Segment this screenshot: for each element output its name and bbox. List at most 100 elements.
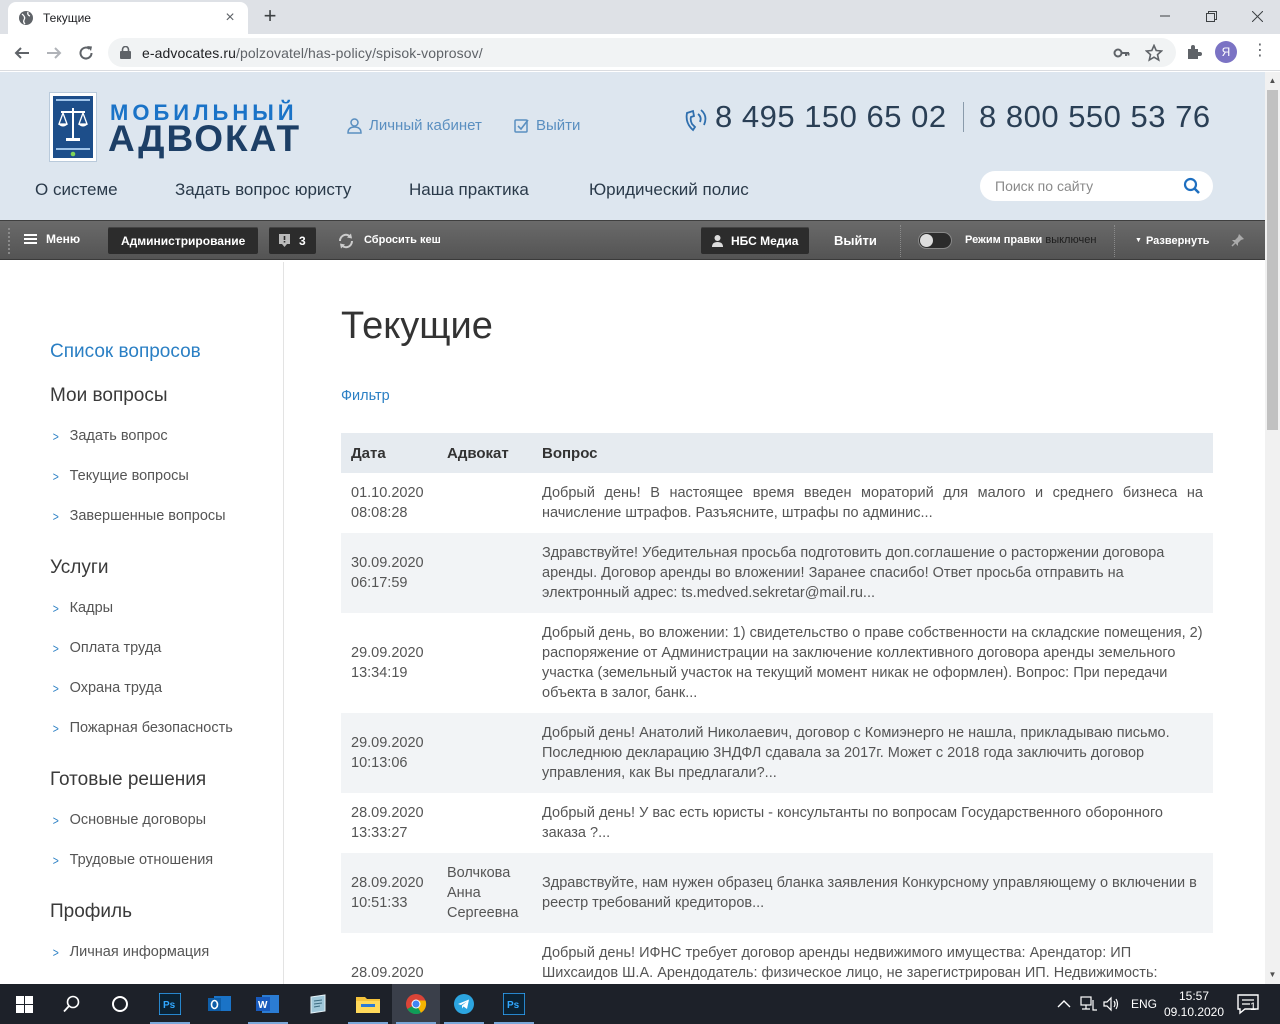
cell-question[interactable]: Добрый день! В настоящее время введен мо… <box>532 473 1213 533</box>
close-window-button[interactable] <box>1234 0 1280 32</box>
pin-icon[interactable] <box>1231 233 1245 247</box>
star-icon[interactable] <box>1145 44 1163 62</box>
table-row[interactable]: 01.10.2020 08:08:28 Добрый день! В настоя… <box>341 473 1213 533</box>
action-center-icon[interactable] <box>1236 993 1260 1015</box>
profile-avatar[interactable]: Я <box>1215 41 1237 63</box>
taskbar-file-explorer[interactable] <box>344 984 392 1024</box>
table-header-row: Дата Адвокат Вопрос <box>341 433 1213 473</box>
sidebar-item-payroll[interactable]: > Оплата труда <box>52 640 162 656</box>
cell-question[interactable]: Здравствуйте! Убедительная просьба подго… <box>532 533 1213 613</box>
new-tab-button[interactable]: + <box>258 5 282 29</box>
column-header-date[interactable]: Дата <box>341 433 437 473</box>
phone-number-2[interactable]: 8 800 550 53 76 <box>979 99 1211 135</box>
table-row[interactable]: 28.09.2020 Добрый день! ИФНС требует дог… <box>341 933 1213 984</box>
administration-button[interactable]: Администрирование <box>108 227 259 254</box>
back-button[interactable] <box>8 39 36 67</box>
table-row[interactable]: 29.09.2020 10:13:06 Добрый день! Анатолий… <box>341 713 1213 793</box>
sidebar-heading-ready-solutions[interactable]: Готовые решения <box>50 769 206 791</box>
table-row[interactable]: 30.09.2020 06:17:59 Здравствуйте! Убедите… <box>341 533 1213 613</box>
edit-mode-toggle[interactable] <box>918 232 952 249</box>
browser-menu-icon[interactable]: ⋮ <box>1252 41 1268 63</box>
sidebar-heading-profile[interactable]: Профиль <box>50 901 132 923</box>
nav-legal-policy[interactable]: Юридический полис <box>589 180 749 200</box>
scroll-up-icon[interactable]: ▲ <box>1268 76 1277 85</box>
notifications-button[interactable]: 3 <box>269 227 316 254</box>
taskbar-photoshop-1[interactable]: Ps <box>146 984 194 1024</box>
expand-button[interactable]: ▼ Развернуть <box>1135 235 1209 247</box>
sidebar-item-main-contracts[interactable]: > Основные договоры <box>52 812 206 828</box>
nav-about[interactable]: О системе <box>35 180 118 200</box>
minimize-button[interactable] <box>1142 0 1188 32</box>
sidebar-item-completed-questions[interactable]: > Завершенные вопросы <box>52 508 226 524</box>
sidebar-item-list-questions[interactable]: Список вопросов <box>50 341 201 363</box>
taskbar-chrome[interactable] <box>392 984 440 1024</box>
taskbar-telegram[interactable] <box>440 984 488 1024</box>
table-row[interactable]: 28.09.2020 13:33:27 Добрый день! У вас ес… <box>341 793 1213 853</box>
language-indicator[interactable]: ENG <box>1131 984 1157 1024</box>
table-row[interactable]: 29.09.2020 13:34:19 Добрый день, во вложе… <box>341 613 1213 713</box>
start-button[interactable] <box>0 984 48 1024</box>
scroll-down-icon[interactable]: ▼ <box>1268 970 1277 979</box>
cortana-button[interactable] <box>96 984 144 1024</box>
cell-question[interactable]: Добрый день! ИФНС требует договор аренды… <box>532 933 1213 984</box>
cell-question[interactable]: Добрый день! Анатолий Николаевич, догово… <box>532 713 1213 793</box>
cell-question[interactable]: Добрый день, во вложении: 1) свидетельст… <box>532 613 1213 713</box>
browser-tab[interactable]: Текущие × <box>8 2 248 34</box>
taskbar-photoshop-2[interactable]: Ps <box>490 984 538 1024</box>
phone-number-1[interactable]: 8 495 150 65 02 <box>715 99 947 135</box>
sidebar-heading-services[interactable]: Услуги <box>50 557 108 579</box>
system-clock[interactable]: 15:57 09.10.2020 <box>1163 988 1225 1020</box>
drag-handle-icon[interactable] <box>8 228 10 254</box>
nav-practice[interactable]: Наша практика <box>409 180 529 200</box>
site-search <box>980 171 1213 201</box>
logo-icon[interactable] <box>49 92 97 162</box>
sidebar-item-labor-safety[interactable]: > Охрана труда <box>52 680 162 696</box>
sidebar-item-ask-question[interactable]: > Задать вопрос <box>52 428 168 444</box>
restore-button[interactable] <box>1188 0 1234 32</box>
column-header-lawyer[interactable]: Адвокат <box>437 433 532 473</box>
cell-lawyer <box>437 473 532 533</box>
network-icon[interactable] <box>1080 996 1098 1012</box>
sidebar-item-current-questions[interactable]: > Текущие вопросы <box>52 468 189 484</box>
page-scrollbar[interactable]: ▲ ▼ <box>1265 72 1280 984</box>
reload-button[interactable] <box>72 39 100 67</box>
sidebar-item-personal-info[interactable]: > Личная информация <box>52 944 209 960</box>
sidebar-item-labor-relations[interactable]: > Трудовые отношения <box>52 852 213 868</box>
column-header-question[interactable]: Вопрос <box>532 433 1213 473</box>
refresh-icon[interactable] <box>337 232 355 250</box>
tab-close-icon[interactable]: × <box>222 10 238 26</box>
caret-down-icon: ▼ <box>1135 237 1142 244</box>
scrollbar-thumb[interactable] <box>1267 90 1278 430</box>
sidebar-heading-my-questions[interactable]: Мои вопросы <box>50 385 168 407</box>
logout-link[interactable]: Выйти <box>514 117 580 134</box>
extensions-icon[interactable] <box>1185 43 1203 61</box>
taskbar-app-notes[interactable] <box>294 984 342 1024</box>
admin-logout-button[interactable]: Выйти <box>834 233 877 248</box>
sidebar-item-hr[interactable]: > Кадры <box>52 600 113 616</box>
chevron-up-icon[interactable] <box>1057 998 1071 1010</box>
reset-cache-button[interactable]: Сбросить кеш <box>364 234 441 246</box>
forward-button[interactable] <box>40 39 68 67</box>
restore-icon <box>1205 10 1217 22</box>
search-input[interactable] <box>995 178 1175 194</box>
address-bar[interactable]: e-advocates.ru/polzovatel/has-policy/spi… <box>108 38 1176 67</box>
volume-icon[interactable] <box>1103 996 1121 1012</box>
chevron-right-icon: > <box>52 508 59 524</box>
cell-date: 01.10.2020 08:08:28 <box>341 473 437 533</box>
taskbar-outlook[interactable] <box>196 984 244 1024</box>
notes-app-icon <box>310 994 326 1014</box>
key-icon[interactable] <box>1113 44 1131 62</box>
checkbox-icon <box>514 119 529 133</box>
nav-ask-lawyer[interactable]: Задать вопрос юристу <box>175 180 351 200</box>
admin-menu-button[interactable]: Меню <box>24 232 80 246</box>
search-taskbar-button[interactable] <box>48 984 96 1024</box>
personal-cabinet-link[interactable]: Личный кабинет <box>347 117 482 134</box>
current-user-button[interactable]: НБС Медиа <box>701 227 810 254</box>
filter-link[interactable]: Фильтр <box>341 388 390 404</box>
cell-question[interactable]: Добрый день! У вас есть юристы - консуль… <box>532 793 1213 853</box>
table-row[interactable]: 28.09.2020 10:51:33 Волчкова Анна Сергеев… <box>341 853 1213 933</box>
taskbar-word[interactable]: W <box>244 984 292 1024</box>
search-icon[interactable] <box>1183 177 1201 195</box>
sidebar-item-fire-safety[interactable]: > Пожарная безопасность <box>52 720 233 736</box>
cell-question[interactable]: Здравствуйте, нам нужен образец бланка з… <box>532 853 1213 933</box>
